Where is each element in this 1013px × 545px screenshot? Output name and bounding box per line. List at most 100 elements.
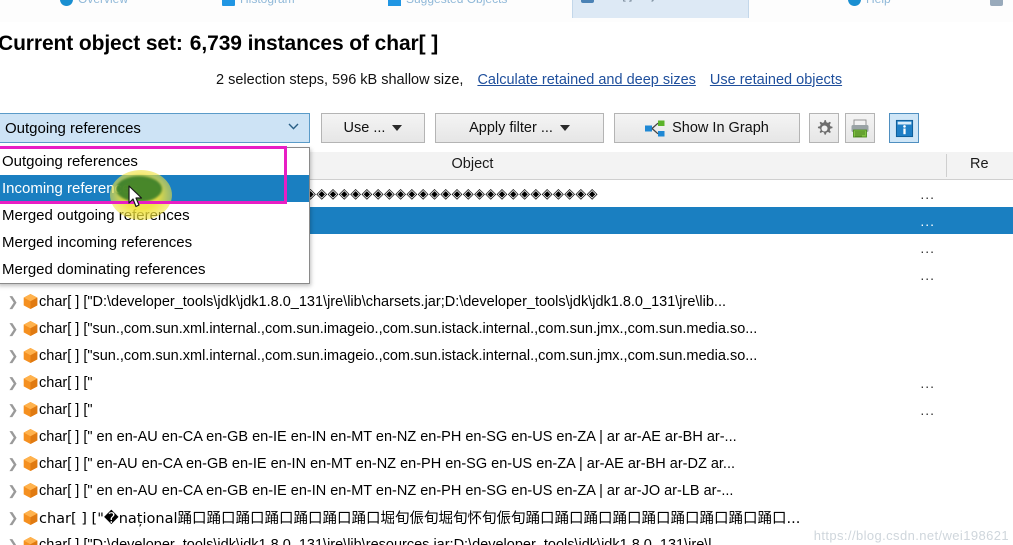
- chevron-right-icon[interactable]: ❯: [4, 348, 22, 364]
- square-icon: [222, 0, 235, 6]
- apply-filter-button-label: Apply filter ...: [469, 120, 553, 136]
- table-row-object-text: char[ ] ["D:\developer_tools\jdk\jdk1.8.…: [39, 536, 724, 545]
- reference-type-dropdown-list[interactable]: Outgoing references Incoming references Me…: [0, 147, 310, 284]
- page-title-count: 6,739 instances of char[ ]: [189, 32, 439, 55]
- orange-cube-icon: [23, 348, 38, 363]
- circle-icon: [60, 0, 73, 6]
- orange-cube-icon: [23, 483, 38, 498]
- object-set-subline: 2 selection steps, 596 kB shallow size, …: [216, 72, 842, 88]
- top-tab-label: Suggested Objects: [406, 0, 507, 6]
- table-row[interactable]: ❯ char[ ] [" en en-AU en-CA en-GB en-IE e…: [0, 423, 1013, 450]
- table-row-truncation-mark: ...: [920, 401, 935, 418]
- table-row-truncation-mark: ...: [920, 266, 935, 283]
- chevron-right-icon[interactable]: ❯: [4, 429, 22, 445]
- gear-icon: [990, 0, 1003, 6]
- table-row-object-text: char[ ] [": [39, 401, 93, 418]
- reference-type-combobox[interactable]: Outgoing references: [0, 113, 310, 143]
- orange-cube-icon: [23, 510, 38, 525]
- chevron-right-icon[interactable]: ❯: [4, 456, 22, 472]
- table-row-object-text: char[ ] [" en-AU en-CA en-GB en-IE en-IN…: [39, 455, 736, 472]
- action-toolbar: Outgoing references Use ... Apply filter…: [0, 112, 1013, 150]
- use-button-label: Use ...: [343, 120, 386, 136]
- info-icon: [895, 119, 913, 137]
- table-row-truncation-mark: ...: [920, 212, 935, 229]
- table-row-object-text: char[ ] ["sun.,com.sun.xml.internal.,com…: [39, 320, 758, 337]
- square-small-icon: [388, 0, 401, 6]
- orange-cube-icon: [23, 294, 38, 309]
- dropdown-item-label: Incoming references: [2, 180, 138, 197]
- dropdown-item-label: Merged dominating references: [2, 261, 206, 278]
- table-row-object-text: char[ ] ["D:\developer_tools\jdk\jdk1.8.…: [39, 293, 727, 310]
- calculate-retained-and-deep-sizes-link[interactable]: Calculate retained and deep sizes: [477, 72, 695, 88]
- top-tab-label: char[ ] Objects: [599, 0, 676, 2]
- table-row-truncation-mark: ...: [920, 374, 935, 391]
- chevron-right-icon[interactable]: ❯: [4, 294, 22, 310]
- dropdown-item-outgoing-references[interactable]: Outgoing references: [0, 148, 309, 175]
- table-row[interactable]: ❯ char[ ] ["D:\developer_tools\jdk\jdk1.8…: [0, 531, 1013, 545]
- selection-summary-text: 2 selection steps, 596 kB shallow size,: [216, 72, 464, 88]
- orange-cube-icon: [23, 456, 38, 471]
- show-in-graph-button[interactable]: Show In Graph: [614, 113, 800, 143]
- show-in-graph-button-label: Show In Graph: [672, 120, 769, 136]
- table-row-object-text: char[ ] ["�național踊口踊口踊口踊口踊口踊口踊口堀旬侲旬堀旬怀…: [39, 511, 801, 527]
- table-row[interactable]: ❯ char[ ] ["�național踊口踊口踊口踊口踊口踊口踊口堀旬侲旬堀旬…: [0, 504, 1013, 531]
- table-row-object-text: char[ ] [" en en-AU en-CA en-GB en-IE en…: [39, 482, 734, 499]
- settings-button[interactable]: [809, 113, 839, 143]
- chevron-right-icon[interactable]: ❯: [4, 321, 22, 337]
- chevron-right-icon[interactable]: ❯: [4, 483, 22, 499]
- dropdown-item-label: Merged incoming references: [2, 234, 193, 251]
- gear-icon: [817, 119, 832, 135]
- table-row-object-text: char[ ] [": [39, 374, 93, 391]
- info-button[interactable]: [889, 113, 919, 143]
- table-row[interactable]: ❯ char[ ] [" en en-AU en-CA en-GB en-IE e…: [0, 477, 1013, 504]
- dropdown-item-merged-incoming-references[interactable]: Merged incoming references: [0, 229, 309, 256]
- orange-cube-icon: [23, 429, 38, 444]
- chevron-right-icon[interactable]: ❯: [4, 402, 22, 418]
- top-tab-overview[interactable]: Overview: [60, 0, 128, 6]
- apply-filter-button[interactable]: Apply filter ...: [435, 113, 604, 143]
- top-tab-settings[interactable]: [990, 0, 1003, 6]
- circle-icon: [848, 0, 861, 6]
- chevron-down-icon: [288, 123, 299, 130]
- table-row[interactable]: ❯ char[ ] ["D:\developer_tools\jdk\jdk1.8…: [0, 288, 1013, 315]
- table-row[interactable]: ❯ char[ ] ["sun.,com.sun.xml.internal.,co…: [0, 342, 1013, 369]
- top-tab-help[interactable]: Help: [848, 0, 891, 6]
- top-tab-char-objects-active[interactable]: char[ ] Objects: [572, 0, 749, 18]
- orange-cube-icon: [23, 537, 38, 545]
- column-divider[interactable]: [946, 154, 947, 177]
- dropdown-item-merged-outgoing-references[interactable]: Merged outgoing references: [0, 202, 309, 229]
- square-icon: [581, 0, 594, 3]
- dropdown-item-label: Merged outgoing references: [2, 207, 190, 224]
- dropdown-item-merged-dominating-references[interactable]: Merged dominating references: [0, 256, 309, 283]
- top-tab-suggested-objects[interactable]: Suggested Objects: [388, 0, 507, 6]
- object-set-header: Current object set: 6,739 instances of ch…: [0, 22, 1013, 108]
- use-retained-objects-link[interactable]: Use retained objects: [710, 72, 842, 88]
- table-row-truncation-mark: ...: [920, 239, 935, 256]
- top-tab-label: Histogram: [240, 0, 295, 6]
- caret-down-icon: [392, 125, 403, 131]
- table-row-truncation-mark: ...: [920, 185, 935, 202]
- table-row[interactable]: ❯ char[ ] ["sun.,com.sun.xml.internal.,co…: [0, 315, 1013, 342]
- table-row[interactable]: ❯ char[ ] [" en-AU en-CA en-GB en-IE en-I…: [0, 450, 1013, 477]
- chevron-right-icon[interactable]: ❯: [4, 510, 22, 526]
- dropdown-item-incoming-references[interactable]: Incoming references: [0, 175, 309, 202]
- top-tab-label: Help: [866, 0, 891, 6]
- table-row-object-text: char[ ] ["sun.,com.sun.xml.internal.,com…: [39, 347, 758, 364]
- chevron-right-icon[interactable]: ❯: [4, 375, 22, 391]
- graph-node-icon: [645, 120, 665, 136]
- table-row[interactable]: ❯ char[ ] ["...: [0, 396, 1013, 423]
- orange-cube-icon: [23, 402, 38, 417]
- export-button[interactable]: [845, 113, 875, 143]
- chevron-right-icon[interactable]: ❯: [4, 537, 22, 545]
- caret-down-icon: [559, 125, 570, 131]
- orange-cube-icon: [23, 375, 38, 390]
- page-title: Current object set: 6,739 instances of ch…: [0, 32, 438, 56]
- export-printer-icon: [851, 119, 869, 137]
- top-tab-histogram[interactable]: Histogram: [222, 0, 295, 6]
- reference-type-value: Outgoing references: [5, 119, 141, 137]
- table-row[interactable]: ❯ char[ ] ["...: [0, 369, 1013, 396]
- column-header-retained[interactable]: Re: [970, 156, 989, 172]
- table-row-object-text: char[ ] [" en en-AU en-CA en-GB en-IE en…: [39, 428, 737, 445]
- use-button[interactable]: Use ...: [321, 113, 425, 143]
- dropdown-item-label: Outgoing references: [2, 153, 138, 170]
